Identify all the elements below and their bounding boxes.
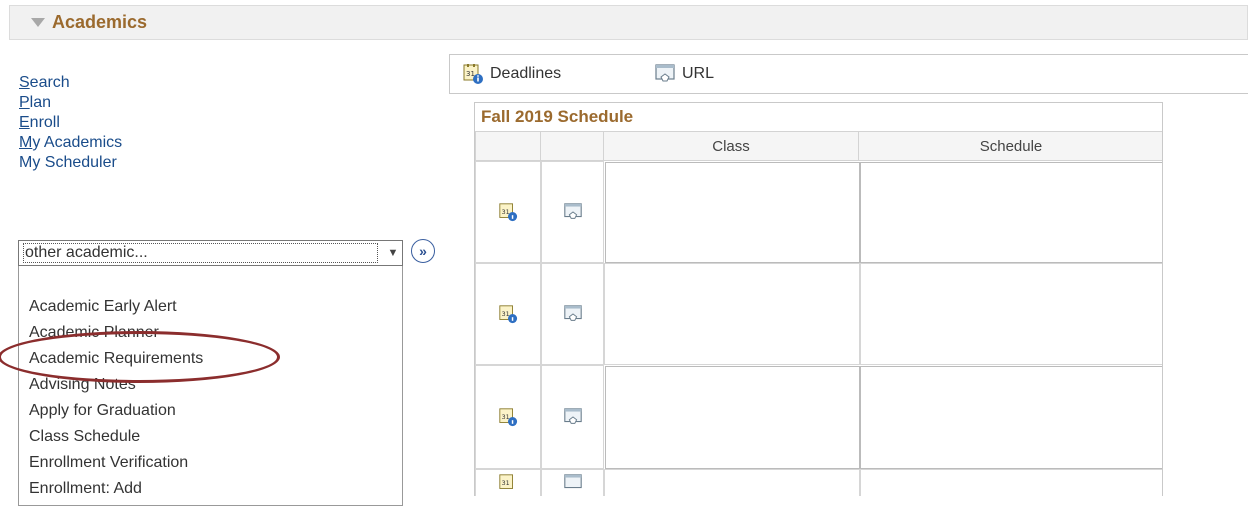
url-link-icon[interactable] [541, 365, 604, 469]
deadlines-icon[interactable]: 31 [475, 469, 541, 496]
toolbar: 31 Deadlines URL [449, 54, 1248, 94]
deadlines-label: Deadlines [490, 65, 562, 82]
highlight-circle-annotation [0, 331, 280, 383]
dropdown-option-enrollment-verification[interactable]: Enrollment Verification [29, 450, 203, 476]
schedule-cell [860, 366, 1162, 469]
my-scheduler-link[interactable]: My Scheduler [19, 153, 122, 173]
url-link-icon[interactable] [541, 263, 604, 365]
dropdown-options: Academic Early Alert Academic Planner Ac… [29, 294, 203, 502]
url-link-icon[interactable] [541, 469, 604, 496]
search-link[interactable]: Search [19, 73, 122, 93]
other-academic-select[interactable]: other academic... ▼ [18, 240, 403, 266]
svg-text:31: 31 [502, 480, 510, 487]
class-cell [605, 366, 860, 469]
schedule-cell [860, 469, 1162, 496]
class-cell [604, 469, 860, 496]
deadlines-icon: 31 [462, 63, 484, 85]
schedule-title: Fall 2019 Schedule [481, 107, 634, 126]
my-academics-link[interactable]: My Academics [19, 133, 122, 153]
plan-link[interactable]: Plan [19, 93, 122, 113]
double-chevron-right-icon: » [419, 243, 427, 259]
dropdown-option-academic-early-alert[interactable]: Academic Early Alert [29, 294, 203, 320]
column-header-icon-1 [475, 131, 541, 161]
deadlines-icon[interactable]: 31 [475, 161, 541, 263]
dropdown-option-enrollment-add[interactable]: Enrollment: Add [29, 476, 203, 502]
fall-schedule-panel: Fall 2019 Schedule Class Schedule 31 31 … [474, 102, 1163, 496]
url-link-icon[interactable] [541, 161, 604, 263]
academics-section-header[interactable]: Academics [9, 5, 1248, 40]
academics-nav-links: Search Plan Enroll My Academics My Sched… [19, 73, 122, 173]
class-cell [605, 162, 860, 263]
deadlines-icon[interactable]: 31 [475, 365, 541, 469]
enroll-link[interactable]: Enroll [19, 113, 122, 133]
go-button[interactable]: » [411, 239, 435, 263]
column-header-class: Class [604, 131, 859, 161]
select-value: other academic... [23, 243, 378, 263]
schedule-cell [860, 162, 1162, 263]
dropdown-option-class-schedule[interactable]: Class Schedule [29, 424, 203, 450]
dropdown-option-apply-for-graduation[interactable]: Apply for Graduation [29, 398, 203, 424]
section-title: Academics [52, 12, 148, 32]
column-header-icon-2 [541, 131, 604, 161]
url-label: URL [682, 65, 715, 82]
collapse-triangle-icon[interactable] [31, 18, 45, 27]
schedule-cell [860, 263, 1162, 365]
url-link-icon [654, 63, 676, 85]
column-header-schedule: Schedule [859, 131, 1162, 161]
deadlines-toolbar-item[interactable]: 31 Deadlines [462, 63, 561, 85]
dropdown-arrow-icon[interactable]: ▼ [384, 247, 402, 259]
class-cell [604, 263, 860, 365]
url-toolbar-item[interactable]: URL [654, 63, 714, 85]
deadlines-icon[interactable]: 31 [475, 263, 541, 365]
